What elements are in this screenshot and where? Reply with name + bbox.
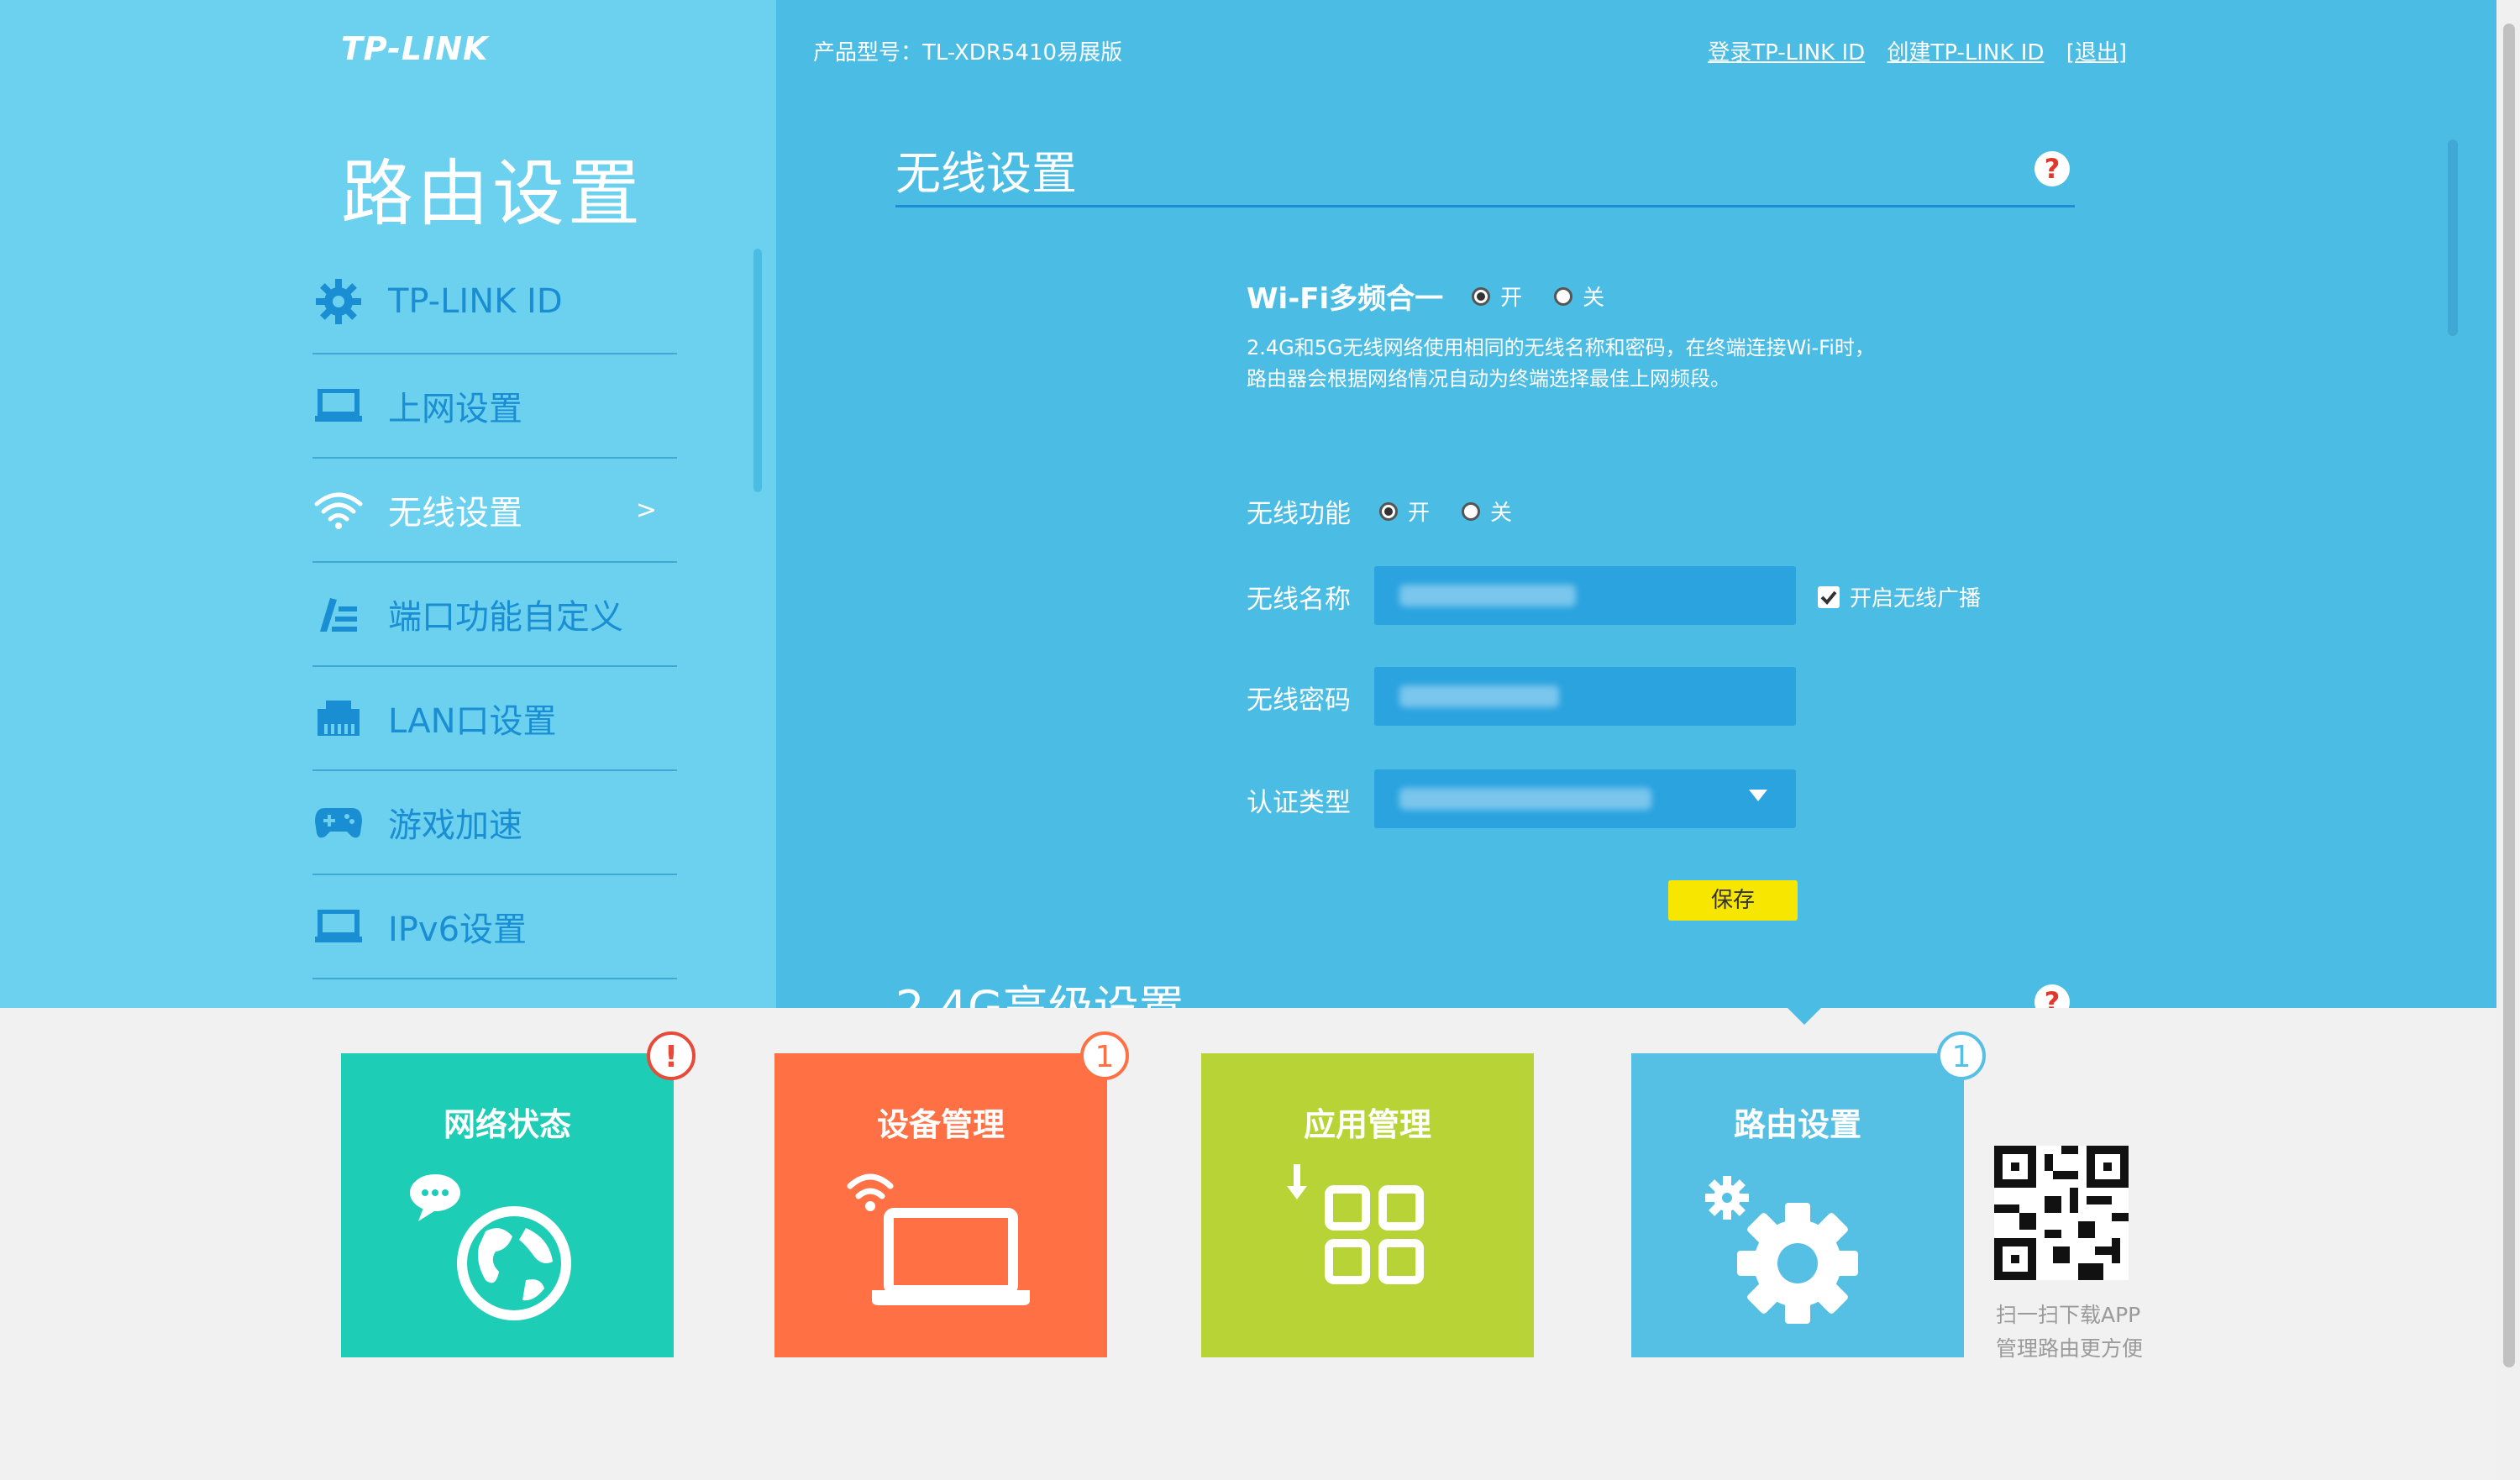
monitor-icon — [312, 380, 365, 432]
qr-caption: 扫一扫下载APP 管理路由更方便 — [1996, 1303, 2144, 1361]
tile-label: 路由设置 — [1733, 1106, 1861, 1143]
sidebar-item-port-custom[interactable]: 端口功能自定义 — [312, 563, 677, 667]
alert-badge: ! — [647, 1031, 696, 1080]
logout-link[interactable]: [退出] — [2066, 40, 2127, 66]
sidebar-item-internet[interactable]: 上网设置 — [312, 354, 677, 459]
tile-network-status[interactable]: 网络状态 ! — [341, 1031, 696, 1357]
tile-device-management[interactable]: 设备管理 1 — [774, 1031, 1129, 1357]
password-input[interactable] — [1374, 667, 1796, 726]
tile-router-settings[interactable]: 路由设置 1 — [1631, 1031, 1986, 1357]
sidebar-item-label: 游戏加速 — [388, 806, 522, 845]
laptop-icon — [847, 1173, 1030, 1305]
globe-icon — [410, 1174, 571, 1320]
wireless-off-radio[interactable]: 关 — [1462, 496, 1512, 527]
gear-icon — [312, 276, 365, 328]
product-model: 产品型号：TL-XDR5410易展版 — [813, 40, 1123, 66]
ssid-label: 无线名称 — [1247, 585, 1351, 615]
wireless-function-row: 无线功能 开 关 — [1247, 492, 1544, 530]
sidebar-scrollbar[interactable] — [753, 249, 762, 492]
count-badge: 1 — [1937, 1031, 1986, 1080]
header-links: 登录TP-LINK ID 创建TP-LINK ID [退出] — [1693, 35, 2127, 66]
sidebar-item-lan[interactable]: LAN口设置 — [312, 667, 677, 771]
section-title: 无线设置 — [895, 147, 1077, 200]
apps-grid-icon — [1287, 1164, 1424, 1284]
sidebar-item-label: 上网设置 — [388, 390, 522, 428]
chevron-down-icon — [1749, 790, 1767, 801]
broadcast-label: 开启无线广播 — [1850, 586, 1982, 611]
auth-type-label: 认证类型 — [1247, 788, 1351, 818]
qr-code-image — [1994, 1146, 2129, 1280]
ssid-input[interactable] — [1374, 566, 1796, 625]
login-link[interactable]: 登录TP-LINK ID — [1708, 40, 1865, 66]
broadcast-checkbox[interactable]: 开启无线广播 — [1818, 581, 1981, 612]
multiband-on-radio[interactable]: 开 — [1472, 281, 1522, 312]
active-tile-pointer — [1786, 1006, 1823, 1025]
create-id-link[interactable]: 创建TP-LINK ID — [1887, 40, 2044, 66]
tile-label: 应用管理 — [1303, 1106, 1431, 1143]
sidebar-item-tp-link-id[interactable]: TP-LINK ID — [312, 250, 677, 354]
next-section-title: 2.4G高级设置 — [895, 981, 1184, 1008]
tile-label: 设备管理 — [876, 1106, 1005, 1143]
auth-type-select[interactable] — [1374, 769, 1796, 828]
tp-link-logo: TP-LINK — [341, 30, 489, 67]
help-icon[interactable]: ? — [2034, 151, 2070, 186]
multiband-off-radio[interactable]: 关 — [1554, 281, 1604, 312]
sidebar-item-label: LAN口设置 — [388, 702, 557, 741]
page-title: 路由设置 — [341, 152, 643, 236]
window-scrollbar-thumb[interactable] — [2503, 24, 2515, 1367]
sidebar-item-label: IPv6设置 — [388, 911, 528, 949]
chevron-right-icon: > — [635, 495, 657, 525]
wireless-function-label: 无线功能 — [1247, 499, 1351, 529]
help-icon[interactable]: ? — [2034, 984, 2070, 1008]
tile-label: 网络状态 — [443, 1106, 571, 1143]
sidebar-item-label: 无线设置 — [388, 494, 522, 533]
sidebar-item-label: 端口功能自定义 — [388, 598, 623, 637]
multiband-row: Wi-Fi多频合一 开 关 — [1247, 276, 1636, 317]
multiband-label: Wi-Fi多频合一 — [1247, 282, 1444, 316]
sidebar-item-wireless[interactable]: 无线设置 > — [312, 459, 677, 563]
wireless-on-radio[interactable]: 开 — [1379, 496, 1430, 527]
checkbox-checked-icon — [1818, 585, 1840, 608]
gamepad-icon — [312, 796, 365, 848]
monitor-icon — [312, 900, 365, 953]
multiband-description: 2.4G和5G无线网络使用相同的无线名称和密码，在终端连接Wi-Fi时， 路由器… — [1247, 336, 1875, 391]
tile-app-management[interactable]: 应用管理 — [1201, 1053, 1534, 1357]
count-badge: 1 — [1080, 1031, 1129, 1080]
save-button[interactable]: 保存 — [1668, 880, 1798, 921]
sidebar-item-label: TP-LINK ID — [388, 282, 563, 321]
lan-icon — [312, 692, 365, 744]
section-divider — [895, 205, 2075, 207]
wifi-icon — [312, 484, 365, 536]
content-scrollbar[interactable] — [2448, 139, 2458, 336]
sidebar-item-ipv6[interactable]: IPv6设置 — [312, 875, 677, 979]
password-label: 无线密码 — [1247, 685, 1351, 716]
sidebar-item-game-boost[interactable]: 游戏加速 — [312, 771, 677, 875]
gears-icon — [1705, 1176, 1858, 1324]
port-icon — [312, 588, 365, 640]
